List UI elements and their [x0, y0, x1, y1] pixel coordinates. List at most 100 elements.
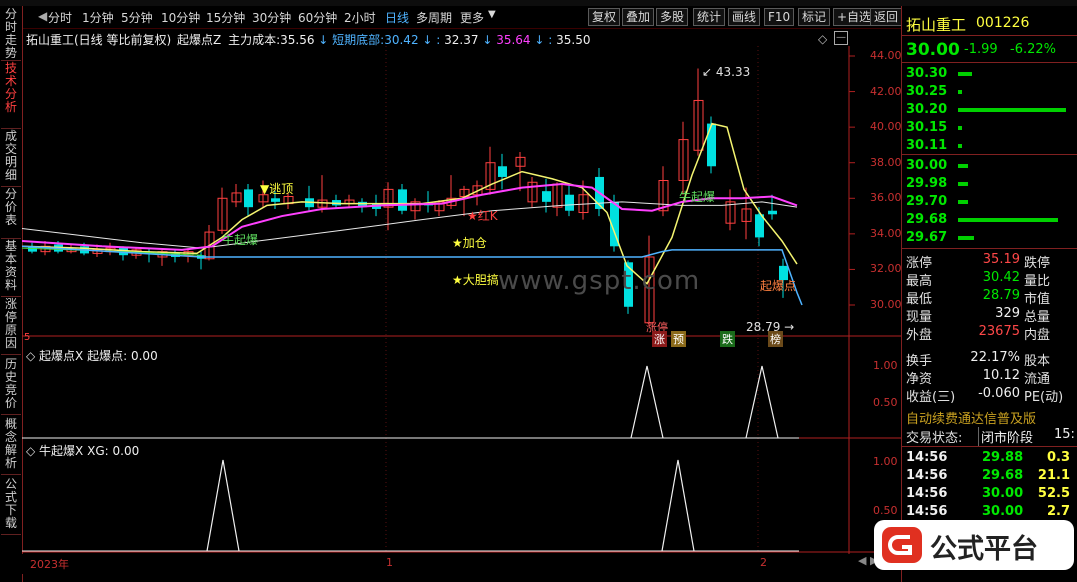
left-tab-fenshi[interactable]: 分时走势: [1, 8, 21, 61]
candle-body: [565, 194, 574, 211]
sub1-field: 起爆点:: [87, 349, 128, 363]
sub2-axis-05: 0.50: [873, 504, 898, 517]
button-fuquan[interactable]: 复权: [588, 8, 621, 26]
left-tab-formula[interactable]: 公式下载: [1, 478, 21, 535]
badge-die: 跌: [720, 331, 735, 347]
bottom-value: 30.42: [384, 33, 419, 47]
stat-value: 28.79: [982, 288, 1020, 303]
tick-volume: 21.1: [1037, 468, 1070, 483]
tick-time: 14:56: [906, 450, 948, 465]
annotation-bull-start: 牛起爆: [222, 233, 259, 247]
bid-price[interactable]: 29.98: [906, 176, 947, 191]
button-back[interactable]: 返回: [870, 8, 903, 26]
ask-volume-bar: [958, 126, 962, 130]
date-year: 2023年: [30, 558, 69, 571]
stat2-value: 10.12: [982, 368, 1020, 383]
ask-price[interactable]: 30.25: [906, 84, 947, 99]
toolbar-prev-icon[interactable]: ◀: [38, 9, 47, 23]
period-tab-10min[interactable]: 10分钟: [161, 9, 200, 26]
period-tab-30min[interactable]: 30分钟: [252, 9, 291, 26]
brand-logo-icon: [882, 527, 922, 563]
ask-price[interactable]: 30.30: [906, 66, 947, 81]
stat-label: 最低: [906, 292, 933, 307]
button-draw-line[interactable]: 画线: [728, 8, 761, 26]
diamond-icon[interactable]: ◇: [818, 32, 827, 46]
bid-price[interactable]: 29.67: [906, 230, 947, 245]
annotation-red-k: ★红K: [467, 209, 498, 223]
bid-price[interactable]: 29.68: [906, 212, 947, 227]
annotation-bold: ★大胆搞: [452, 273, 499, 287]
left-tab-basic[interactable]: 基本资料: [1, 240, 21, 297]
left-tab-concept[interactable]: 概念解析: [1, 418, 21, 475]
tick-volume: 52.5: [1037, 486, 1070, 501]
left-vertical-tabs: 分时走势 技术分析 成交明细 分价表 基本资料 涨停原因 历史竞价 概念解析 公…: [0, 6, 23, 582]
bid-volume-bar: [958, 236, 974, 240]
more-chevron-icon[interactable]: ▼: [488, 9, 496, 20]
period-tab-15min[interactable]: 15分钟: [206, 9, 245, 26]
button-f10[interactable]: F10: [764, 8, 795, 26]
candle-body: [244, 189, 253, 208]
period-tab-more[interactable]: 更多: [460, 9, 484, 26]
bid-price[interactable]: 29.70: [906, 194, 947, 209]
ticker-marquee[interactable]: 自动续费通达信普及版: [906, 408, 1036, 427]
tick-price: 29.68: [982, 468, 1024, 483]
period-tab-1min[interactable]: 1分钟: [82, 9, 114, 26]
date-month-1: 1: [386, 556, 393, 569]
ask-price[interactable]: 30.20: [906, 102, 947, 117]
bid-volume-bar: [958, 200, 968, 204]
left-tab-auction[interactable]: 历史竞价: [1, 358, 21, 415]
annotation-qibao: 起爆点: [760, 279, 797, 293]
indicator-name[interactable]: 起爆点Z: [177, 33, 221, 47]
ask-price[interactable]: 30.15: [906, 120, 947, 135]
button-stats[interactable]: 统计: [693, 8, 726, 26]
left-tab-pricetable[interactable]: 分价表: [1, 188, 21, 239]
period-tab-2h[interactable]: 2小时: [344, 9, 376, 26]
sub2-field: XG:: [87, 444, 109, 458]
sub2-axis-1: 1.00: [873, 455, 898, 468]
left-tab-tech[interactable]: 技术分析: [1, 62, 21, 129]
left-tab-limitup[interactable]: 涨停原因: [1, 298, 21, 355]
period-tab-day[interactable]: 日线: [385, 9, 409, 26]
tick-price: 29.88: [982, 450, 1024, 465]
price-change: -1.99: [964, 42, 998, 57]
sub1-name[interactable]: 起爆点X: [39, 349, 83, 363]
stat2-right-label: 股本: [1024, 354, 1051, 369]
stat-label: 外盘: [906, 328, 933, 343]
button-mark[interactable]: 标记: [798, 8, 831, 26]
period-tab-60min[interactable]: 60分钟: [298, 9, 337, 26]
sub1-title: ◇ 起爆点X 起爆点: 0.00: [26, 349, 158, 363]
bid-volume-bar: [958, 218, 1058, 222]
date-month-2: 2: [760, 556, 767, 569]
price-axis: [849, 55, 855, 306]
badge-yu: 预: [671, 331, 686, 347]
period-tab-fenshi[interactable]: 分时: [48, 9, 72, 26]
trade-time: 15:: [1054, 427, 1075, 442]
trade-state-label: 交易状态:: [906, 431, 963, 446]
sub2-spike: [206, 459, 240, 552]
ask-volume-bar: [958, 144, 962, 148]
button-add-watchlist[interactable]: +自选: [833, 8, 876, 26]
sub1-value: 0.00: [130, 349, 158, 363]
sub2-name[interactable]: 牛起爆X: [39, 444, 83, 458]
price-axis-label: 44.00: [870, 49, 902, 62]
annotation-escape-top: ▼逃顶: [260, 182, 294, 196]
button-overlay[interactable]: 叠加: [622, 8, 655, 26]
button-multi-stock[interactable]: 多股: [656, 8, 689, 26]
tick-volume: 2.7: [1046, 504, 1070, 519]
ask-price[interactable]: 30.11: [906, 138, 947, 153]
cost-value: 35.56: [280, 33, 315, 47]
candle-body: [542, 191, 551, 202]
cost-label: 主力成本:: [228, 33, 281, 47]
period-tab-5min[interactable]: 5分钟: [121, 9, 153, 26]
stat-value: 329: [995, 306, 1020, 321]
left-tab-detail[interactable]: 成交明细: [1, 130, 21, 187]
tick-volume: 0.3: [1046, 450, 1070, 465]
stock-name: 拓山重工: [906, 16, 967, 34]
stat-value: 23675: [978, 324, 1020, 339]
watermark: www.gspt.com: [498, 266, 701, 296]
bottom-label: 短期底部:: [332, 33, 385, 47]
collapse-icon[interactable]: —: [834, 31, 848, 45]
period-tab-multi[interactable]: 多周期: [416, 9, 452, 26]
kline-chart-area[interactable]: [22, 46, 901, 556]
bid-price[interactable]: 30.00: [906, 158, 947, 173]
